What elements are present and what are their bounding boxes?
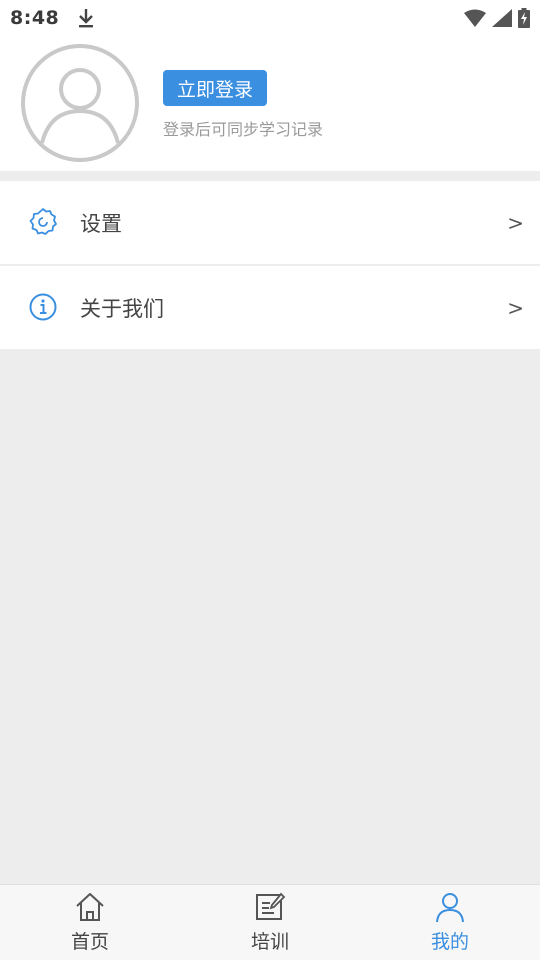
tab-label: 首页 — [70, 931, 109, 953]
login-button[interactable]: 立即登录 — [163, 70, 267, 106]
tab-home[interactable]: 首页 — [0, 885, 180, 960]
battery-icon — [518, 8, 530, 28]
status-bar: 8:48 — [0, 0, 540, 36]
signal-icon — [492, 9, 512, 27]
chevron-right-icon: > — [507, 210, 524, 235]
menu-item-label: 设置 — [80, 211, 122, 236]
status-time: 8:48 — [10, 7, 60, 29]
wifi-icon — [464, 9, 486, 27]
screen: 8:48 立即登录 登录后可同步学习记录 设置 > 关于我们 > 首页 培训 我… — [0, 0, 540, 960]
edit-note-icon — [256, 892, 286, 920]
status-indicators — [464, 8, 530, 28]
menu-item-label: 关于我们 — [80, 296, 164, 321]
gear-icon — [28, 207, 58, 237]
menu-item-settings[interactable]: 设置 > — [0, 181, 540, 264]
tab-mine[interactable]: 我的 — [360, 885, 540, 960]
menu-item-about[interactable]: 关于我们 > — [0, 266, 540, 349]
chevron-right-icon: > — [507, 295, 524, 320]
avatar[interactable] — [20, 43, 140, 163]
info-icon — [28, 292, 58, 322]
bottom-nav: 首页 培训 我的 — [0, 884, 540, 960]
home-icon — [76, 893, 104, 921]
user-avatar-icon — [21, 44, 139, 162]
tab-label: 培训 — [250, 931, 289, 953]
tab-training[interactable]: 培训 — [180, 885, 360, 960]
user-icon — [436, 893, 464, 923]
profile-header: 立即登录 登录后可同步学习记录 — [0, 36, 540, 171]
login-hint: 登录后可同步学习记录 — [163, 120, 324, 139]
tab-label: 我的 — [430, 931, 469, 953]
download-icon — [77, 8, 95, 28]
